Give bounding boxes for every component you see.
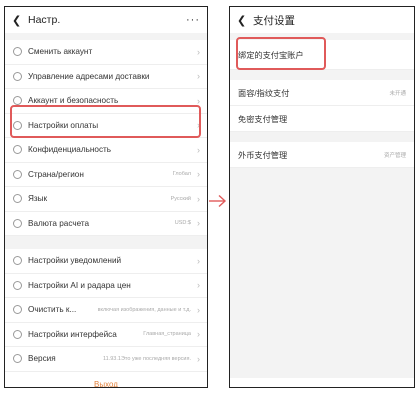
row-ai-price-radar[interactable]: Настройки AI и радара цен › <box>5 274 207 298</box>
row-label: Валюта расчета <box>28 218 90 228</box>
row-foreign-currency[interactable]: 外币支付管理 资产管理 <box>230 142 414 168</box>
row-clear-cache[interactable]: Очистить к... включая изображения, данны… <box>5 298 207 323</box>
row-value: USD:$ <box>174 220 191 227</box>
currency-icon <box>13 218 22 228</box>
row-label: Настройки AI и радара цен <box>28 280 131 290</box>
row-version[interactable]: Версия 11.93.1Это уже последняя версия. … <box>5 347 207 372</box>
settings-screen: ❮ Настр. ··· Сменить аккаунт › Управлени… <box>4 6 208 388</box>
row-label: 面容/指纹支付 <box>238 88 290 98</box>
row-country-region[interactable]: Страна/регион Глобал › <box>5 163 207 187</box>
row-notifications[interactable]: Настройки уведомлений › <box>5 249 207 274</box>
divider <box>5 33 207 40</box>
row-value: 11.93.1Это уже последняя версия. <box>103 355 191 362</box>
chevron-right-icon: › <box>197 169 200 180</box>
chevron-right-icon: › <box>197 329 200 340</box>
back-icon[interactable]: ❮ <box>237 14 247 27</box>
arrow-right-icon <box>209 194 227 208</box>
chevron-right-icon: › <box>197 46 200 57</box>
security-icon <box>13 96 22 106</box>
row-value: 未开通 <box>389 90 406 97</box>
chevron-right-icon: › <box>197 144 200 155</box>
row-interface[interactable]: Настройки интерфейса Главная_страница › <box>5 323 207 347</box>
address-icon <box>13 71 22 81</box>
chevron-right-icon: › <box>197 353 200 364</box>
account-icon <box>13 47 22 57</box>
row-value: включая изображения, данные и т.д. <box>97 306 191 313</box>
chevron-right-icon: › <box>197 280 200 291</box>
page-title: 支付设置 <box>253 14 295 27</box>
row-face-fingerprint[interactable]: 面容/指纹支付 未开通 <box>230 80 414 106</box>
language-icon <box>13 194 22 204</box>
more-icon[interactable]: ··· <box>186 14 200 26</box>
row-value: Русский <box>170 195 191 202</box>
row-label: Управление адресами доставки <box>28 71 150 81</box>
row-passwordless[interactable]: 免密支付管理 <box>230 106 414 132</box>
chevron-right-icon: › <box>197 255 200 266</box>
payment-header: ❮ 支付设置 <box>230 7 414 33</box>
divider <box>5 236 207 249</box>
divider <box>230 70 414 80</box>
row-currency[interactable]: Валюта расчета USD:$ › <box>5 212 207 236</box>
row-value: 资产管理 <box>383 152 406 159</box>
chevron-right-icon: › <box>197 193 200 204</box>
page-title: Настр. <box>28 14 61 26</box>
interface-icon <box>13 329 22 339</box>
empty-area <box>230 168 414 378</box>
chevron-right-icon: › <box>197 71 200 82</box>
settings-header: ❮ Настр. ··· <box>5 7 207 33</box>
row-label: Очистить к... <box>28 305 77 315</box>
chevron-right-icon: › <box>197 304 200 315</box>
row-label: 免密支付管理 <box>238 114 288 124</box>
row-value: Главная_страница <box>143 331 191 338</box>
row-value: Глобал <box>172 171 191 178</box>
row-label: Сменить аккаунт <box>28 47 93 57</box>
row-label: 外币支付管理 <box>238 150 288 160</box>
divider <box>230 132 414 142</box>
globe-icon <box>13 169 22 179</box>
logout-button[interactable]: Выход <box>5 372 207 387</box>
highlight-payment-settings <box>10 105 201 138</box>
highlight-bound-alipay <box>236 37 326 70</box>
privacy-icon <box>13 145 22 155</box>
radar-icon <box>13 280 22 290</box>
row-label: Аккаунт и безопасность <box>28 96 119 106</box>
row-switch-account[interactable]: Сменить аккаунт › <box>5 40 207 65</box>
row-language[interactable]: Язык Русский › <box>5 187 207 212</box>
row-label: Настройки уведомлений <box>28 256 122 266</box>
row-privacy[interactable]: Конфиденциальность › <box>5 138 207 163</box>
clear-icon <box>13 305 22 315</box>
bell-icon <box>13 256 22 266</box>
row-label: Версия <box>28 354 56 364</box>
row-label: Конфиденциальность <box>28 145 112 155</box>
row-addresses[interactable]: Управление адресами доставки › <box>5 65 207 89</box>
row-label: Язык <box>28 194 48 204</box>
back-icon[interactable]: ❮ <box>12 14 22 27</box>
info-icon <box>13 354 22 364</box>
row-label: Настройки интерфейса <box>28 329 117 339</box>
row-label: Страна/регион <box>28 169 84 179</box>
payment-settings-screen: ❮ 支付设置 绑定的支付宝账户 面容/指纹支付 未开通 免密支付管理 外币支付管… <box>229 6 415 388</box>
chevron-right-icon: › <box>197 218 200 229</box>
